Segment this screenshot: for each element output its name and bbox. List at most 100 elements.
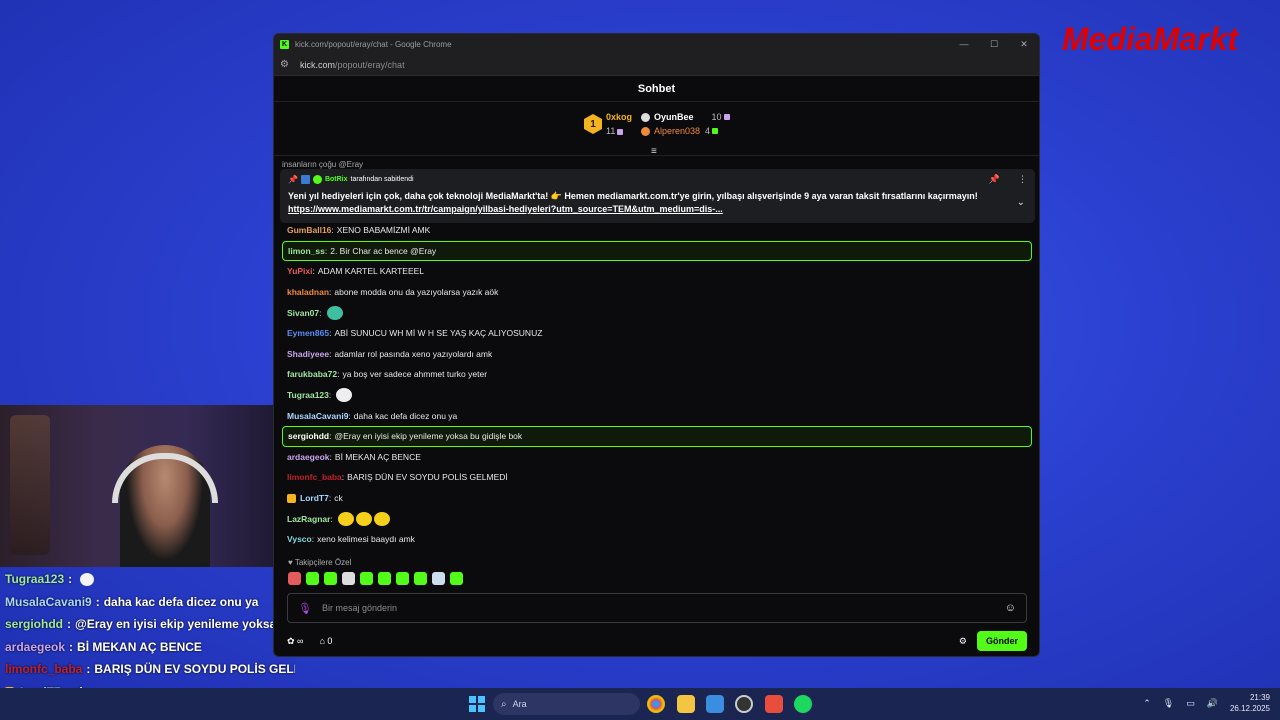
emote-button[interactable] xyxy=(360,572,373,585)
microphone-tray-icon[interactable]: 🎙 xyxy=(1163,698,1174,709)
store-button[interactable]: ⌂ 0 xyxy=(319,636,332,646)
file-explorer-icon[interactable] xyxy=(677,695,695,713)
chat-username[interactable]: Sivan07 xyxy=(287,308,319,318)
leaderboard-name: OyunBee xyxy=(654,112,694,122)
rank-icon xyxy=(641,126,650,136)
leaderboard-second[interactable]: OyunBee 10 xyxy=(641,112,730,122)
close-button[interactable]: ✕ xyxy=(1009,39,1039,50)
leaderboard-first[interactable]: 1 0xkog 11 xyxy=(584,112,632,136)
rank-badge: 1 xyxy=(584,114,602,134)
emote-button[interactable] xyxy=(288,572,301,585)
overlay-username: MusalaCavani9 xyxy=(5,594,92,609)
emote-button[interactable] xyxy=(432,572,445,585)
chat-username[interactable]: farukbaba72 xyxy=(287,369,337,379)
chat-message: sergiohdd: @Eray en iyisi ekip yenileme y… xyxy=(282,425,1032,447)
chevron-down-icon[interactable]: ⌄ xyxy=(1017,197,1025,208)
emote-button[interactable] xyxy=(306,572,319,585)
chrome-icon[interactable] xyxy=(647,695,665,713)
badge-icon xyxy=(287,493,296,503)
chat-message: ardaegeok: Bİ MEKAN AÇ BENCE xyxy=(282,447,1032,468)
window-title: kick.com/popout/eray/chat - Google Chrom… xyxy=(295,39,452,49)
site-settings-icon[interactable]: ⚙ xyxy=(280,59,292,71)
chat-username[interactable]: Tugraa123 xyxy=(287,390,329,400)
unpin-icon[interactable]: 📌 xyxy=(989,174,1000,185)
gem-icon xyxy=(712,128,719,134)
chat-message: Vysco: xeno kelimesi baaydı amk xyxy=(282,529,1032,550)
chat-username[interactable]: MusalaCavani9 xyxy=(287,411,348,421)
maximize-button[interactable]: ☐ xyxy=(979,39,1009,50)
chat-message: khaladnan: abone modda onu da yazıyolarsa… xyxy=(282,282,1032,303)
photos-icon[interactable] xyxy=(706,695,724,713)
overlay-text: @Eray en iyisi ekip yenileme yoksa bu g xyxy=(75,617,295,632)
channel-points-button[interactable]: ✿ ∞ xyxy=(287,636,303,647)
pinned-link[interactable]: https://www.mediamarkt.com.tr/tr/campaig… xyxy=(288,204,723,214)
chat-text: ABİ SUNUCU WH Mİ W H SE YAŞ KAÇ ALIYOSUN… xyxy=(334,328,543,339)
leaderboard-count: 4 xyxy=(705,126,711,136)
emote-button[interactable] xyxy=(378,572,391,585)
emote-button[interactable] xyxy=(324,572,337,585)
clock-time: 21:39 xyxy=(1249,693,1270,702)
emote-button[interactable] xyxy=(396,572,409,585)
spotify-icon[interactable] xyxy=(794,695,812,713)
emote-button[interactable] xyxy=(450,572,463,585)
clock[interactable]: 21:39 26.12.2025 xyxy=(1230,692,1270,714)
separator: : xyxy=(337,369,340,380)
chat-username[interactable]: limonfc_baba xyxy=(287,472,342,482)
pinned-message: 📌 BotRix tarafından sabitlendi 📌 ⋮ Yeni … xyxy=(280,169,1035,223)
send-button[interactable]: Gönder xyxy=(976,631,1027,651)
more-options-icon[interactable]: ⋮ xyxy=(1018,174,1027,185)
chat-message: Eymen865: ABİ SUNUCU WH Mİ W H SE YAŞ KAÇ… xyxy=(282,323,1032,344)
app-icon[interactable] xyxy=(765,695,783,713)
emote-icon xyxy=(336,388,353,403)
separator: : xyxy=(329,451,332,462)
follower-only-text: Takipçilere Özel xyxy=(294,558,352,567)
taskbar-search[interactable]: ⌕ Ara xyxy=(493,693,640,715)
chat-text: BARIŞ DÜN EV SOYDU POLİS GELMEDİ xyxy=(347,472,508,483)
microphone-icon[interactable]: 🎙 xyxy=(298,602,312,615)
chat-username[interactable]: khaladnan xyxy=(287,287,329,297)
separator: : xyxy=(329,431,332,442)
separator: : xyxy=(329,328,332,339)
chat-username[interactable]: LazRagnar xyxy=(287,514,330,524)
emote-button[interactable] xyxy=(414,572,427,585)
chat-username[interactable]: LordT7 xyxy=(300,493,329,503)
chrome-popup-window: K kick.com/popout/eray/chat - Google Chr… xyxy=(273,33,1040,657)
chat-username[interactable]: limon_ss xyxy=(288,246,325,256)
chat-input[interactable]: 🎙 Bir mesaj gönderin ☺ xyxy=(287,593,1027,623)
address-bar[interactable]: ⚙ kick.com/popout/eray/chat xyxy=(274,54,1039,76)
chat-username[interactable]: Eymen865 xyxy=(287,328,329,338)
chat-messages: GumBall16: XENO BABAMİZMİ AMK limon_ss:2. … xyxy=(282,220,1032,550)
chat-username[interactable]: sergiohdd xyxy=(288,431,329,441)
emoji-picker-icon[interactable]: ☺ xyxy=(1005,602,1016,614)
steam-icon[interactable] xyxy=(735,695,753,713)
chat-username[interactable]: Shadiyeee xyxy=(287,349,329,359)
webcam-feed xyxy=(0,405,285,567)
chat-username[interactable]: ardaegeok xyxy=(287,452,330,462)
settings-gear-icon[interactable]: ⚙ xyxy=(959,636,967,647)
overlay-separator: : xyxy=(69,639,74,654)
display-icon[interactable]: ▭ xyxy=(1186,698,1195,709)
chat-username[interactable]: YuPixi xyxy=(287,266,313,276)
volume-icon[interactable]: 🔊 xyxy=(1207,698,1218,709)
chat-message: LordT7: ck xyxy=(282,488,1032,509)
svg-text:MediaMarkt: MediaMarkt xyxy=(1062,21,1239,57)
chat-message: Shadiyeee: adamlar rol pasında xeno yazıy… xyxy=(282,344,1032,365)
minimize-button[interactable]: — xyxy=(949,39,979,50)
pinned-author[interactable]: BotRix xyxy=(325,176,348,183)
chat-text: abone modda onu da yazıyolarsa yazık aök xyxy=(334,287,499,298)
chat-username[interactable]: GumBall16 xyxy=(287,225,331,235)
separator: : xyxy=(348,410,351,421)
leaderboard-third[interactable]: Alperen038 4 xyxy=(641,126,730,136)
collapse-icon[interactable]: ≡ xyxy=(651,146,657,157)
windows-start-icon[interactable] xyxy=(469,696,485,712)
overlay-separator: : xyxy=(67,617,72,632)
chat-text: ADAM KARTEL KARTEEEL xyxy=(317,266,425,277)
separator: : xyxy=(312,266,315,277)
emote-button[interactable] xyxy=(342,572,355,585)
chat-username[interactable]: Vysco xyxy=(287,534,312,544)
overlay-message: limonfc_baba: BARIŞ DÜN EV SOYDU POLİS GE… xyxy=(5,658,295,681)
chevron-up-icon[interactable]: ⌃ xyxy=(1143,698,1151,709)
leaderboard-name: Alperen038 xyxy=(654,126,701,136)
separator: : xyxy=(330,513,333,524)
emote-icon xyxy=(337,511,354,526)
